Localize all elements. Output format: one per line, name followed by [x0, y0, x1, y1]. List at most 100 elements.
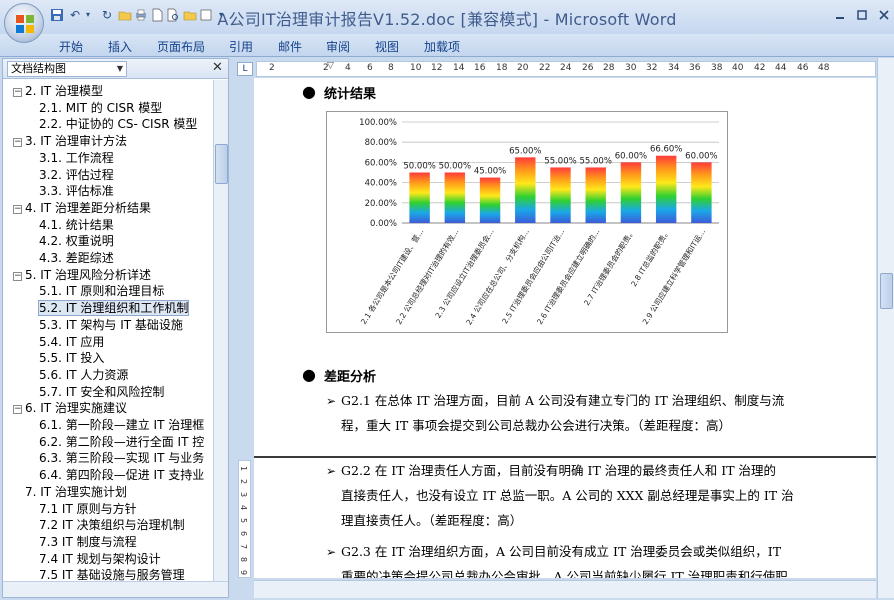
x-tick-label: 2.3 公司应设立IT治理委员会... — [433, 227, 496, 320]
data-label: 60.00% — [615, 151, 647, 161]
document-map-item[interactable]: 2.1. MIT 的 CISR 模型 — [39, 100, 162, 116]
document-map-item[interactable]: 4.1. 统计结果 — [39, 217, 114, 233]
document-map-item[interactable]: 7.4 IT 规划与架构设计 — [39, 551, 161, 567]
document-map-dropdown[interactable]: 文档结构图 ▼ — [7, 61, 127, 77]
vertical-ruler-tick-label: 6 — [239, 530, 249, 537]
x-tick-label: 2.8 IT总监的职责。 — [628, 227, 672, 288]
bar-chart: 0.00% 20.00% 40.00% 60.00% 80.00% 100.00% 50.… — [358, 118, 719, 327]
office-button[interactable] — [4, 3, 44, 43]
document-map-item[interactable]: 3.1. 工作流程 — [39, 150, 114, 166]
vertical-ruler-tick-label: 5 — [239, 517, 249, 524]
x-tick-label: 2.9 公司应建立科学管理和IT运... — [640, 227, 707, 326]
bar[interactable] — [479, 177, 501, 223]
bar[interactable] — [655, 155, 677, 223]
collapse-icon[interactable]: − — [13, 88, 22, 97]
tab-insert[interactable]: 插入 — [108, 38, 132, 55]
office-logo-icon — [16, 15, 34, 33]
indent-marker-icon[interactable]: ▽ — [327, 61, 334, 71]
scrollbar-thumb[interactable] — [215, 144, 228, 184]
document-map-item[interactable]: −6. IT 治理实施建议 — [13, 400, 127, 416]
document-map-item[interactable]: 5.2. IT 治理组织和工作机制 — [37, 300, 190, 317]
document-map-item[interactable]: −2. IT 治理模型 — [13, 83, 103, 99]
y-tick-label: 100.00% — [359, 118, 397, 128]
document-map-item[interactable]: 7.1 IT 原则与方针 — [39, 501, 137, 517]
bar[interactable] — [585, 167, 606, 223]
bar[interactable] — [444, 172, 466, 224]
arrow-bullet-icon: ➢ — [326, 394, 337, 408]
document-map-item[interactable]: −5. IT 治理风险分析详述 — [13, 267, 151, 283]
document-map-item-label: 2.2. 中证协的 CS- CISR 模型 — [39, 117, 198, 132]
document-vertical-scrollbar[interactable] — [877, 58, 894, 598]
tab-review[interactable]: 审阅 — [326, 38, 350, 55]
document-horizontal-scrollbar[interactable] — [254, 580, 876, 598]
document-map-item[interactable]: 5.7. IT 安全和风险控制 — [39, 384, 164, 400]
document-map-scrollbar[interactable] — [213, 80, 228, 581]
bar[interactable] — [691, 162, 712, 223]
data-label: 65.00% — [509, 146, 541, 156]
paragraph-line: G2.3 在 IT 治理组织方面，A 公司目前没有成立 IT 治理委员会或类似组… — [341, 544, 782, 559]
document-map-item[interactable]: 5.4. IT 应用 — [39, 334, 104, 350]
vertical-ruler[interactable]: 1 2 3 4 5 6 7 8 9 — [238, 460, 251, 578]
document-map-item[interactable]: 3.2. 评估过程 — [39, 167, 114, 183]
document-page[interactable]: ● 统计结果 0.00% 20.00% 40.00% 60.00% 80.00% 100.… — [254, 78, 876, 578]
title-bar: ↶ ▾ ↻ ▾ A公司IT治理审计报告V1.52.doc [兼容模式] - Mi… — [0, 0, 894, 43]
collapse-icon[interactable]: − — [13, 271, 22, 281]
document-map-item[interactable]: 6.2. 第二阶段—进行全面 IT 控 — [39, 434, 204, 450]
document-map-item[interactable]: 7.3 IT 制度与流程 — [39, 534, 137, 550]
tab-home[interactable]: 开始 — [59, 38, 83, 55]
document-map-item[interactable]: 3.3. 评估标准 — [39, 183, 114, 199]
document-map-item[interactable]: 6.1. 第一阶段—建立 IT 治理框 — [39, 417, 204, 433]
vertical-ruler-tick-label: 4 — [239, 504, 249, 511]
document-map-item-label: 7.4 IT 规划与架构设计 — [39, 551, 161, 566]
ruler-tick-label: 4 — [345, 63, 351, 73]
document-map-tree: −2. IT 治理模型 2.1. MIT 的 CISR 模型 2.2. 中证协的 C… — [3, 81, 212, 581]
tab-references[interactable]: 引用 — [229, 38, 253, 55]
chart[interactable]: 0.00% 20.00% 40.00% 60.00% 80.00% 100.00% 50.… — [326, 111, 728, 333]
ruler-tick-label: 48 — [818, 63, 830, 73]
ruler-tick-label: 20 — [517, 63, 529, 73]
document-map-item[interactable]: 6.4. 第四阶段—促进 IT 支持业 — [39, 467, 204, 483]
maximize-icon[interactable] — [854, 8, 870, 22]
tab-mailings[interactable]: 邮件 — [278, 38, 302, 55]
ruler-tick-label: 6 — [367, 63, 373, 73]
document-map-item[interactable]: 4.2. 权重说明 — [39, 233, 114, 249]
tab-view[interactable]: 视图 — [375, 38, 399, 55]
bar[interactable] — [515, 157, 536, 223]
document-map-item[interactable]: 5.6. IT 人力资源 — [39, 367, 128, 383]
collapse-icon[interactable]: − — [13, 204, 22, 214]
document-map-horizontal-scrollbar[interactable] — [3, 581, 228, 597]
close-pane-icon[interactable]: ✕ — [212, 60, 223, 75]
document-map-item[interactable]: 6.3. 第三阶段—实现 IT 与业务 — [39, 450, 204, 466]
tab-selector[interactable]: L — [237, 62, 253, 76]
collapse-icon[interactable]: − — [13, 138, 22, 148]
tab-page-layout[interactable]: 页面布局 — [157, 38, 205, 55]
close-icon[interactable] — [876, 8, 892, 22]
document-map-item[interactable]: 7.5 IT 基础设施与服务管理 — [39, 567, 185, 581]
document-map-item[interactable]: 5.3. IT 架构与 IT 基础设施 — [39, 317, 183, 333]
document-map-item-label: 5.1. IT 原则和治理目标 — [39, 284, 165, 299]
document-map-item-label: 7. IT 治理实施计划 — [25, 484, 127, 499]
collapse-icon[interactable]: − — [13, 405, 22, 415]
document-map-item[interactable]: 5.1. IT 原则和治理目标 — [39, 283, 164, 299]
document-map-item-label: 3.1. 工作流程 — [39, 150, 114, 165]
bullet-icon: ● — [302, 365, 316, 384]
scrollbar-thumb[interactable] — [880, 273, 893, 309]
ruler-tick-label: 16 — [474, 63, 486, 73]
document-map-item[interactable]: −3. IT 治理审计方法 — [13, 133, 127, 149]
document-map-item[interactable]: 5.5. IT 投入 — [39, 350, 104, 366]
ruler-tick-label: 34 — [668, 63, 680, 73]
document-map-item[interactable]: 4.3. 差距综述 — [39, 250, 114, 266]
document-map-item[interactable]: 2.2. 中证协的 CS- CISR 模型 — [39, 116, 197, 132]
document-map-item[interactable]: 7. IT 治理实施计划 — [25, 484, 127, 500]
ruler-tick-label: 28 — [603, 63, 615, 73]
ruler-tick-label: 8 — [388, 63, 394, 73]
minimize-icon[interactable] — [832, 8, 848, 22]
document-map-item[interactable]: −4. IT 治理差距分析结果 — [13, 200, 151, 216]
bar[interactable] — [550, 167, 571, 223]
tab-addins[interactable]: 加载项 — [424, 38, 460, 55]
bar[interactable] — [620, 162, 642, 223]
horizontal-ruler[interactable]: 2 2 4 6 8 10 12 14 16 18 20 22 24 26 28 30 32 34 36 38 40 42 4… — [256, 61, 876, 77]
document-map-item[interactable]: 7.2 IT 决策组织与治理机制 — [39, 517, 185, 533]
bar[interactable] — [409, 172, 430, 224]
y-tick-label: 80.00% — [365, 138, 397, 148]
